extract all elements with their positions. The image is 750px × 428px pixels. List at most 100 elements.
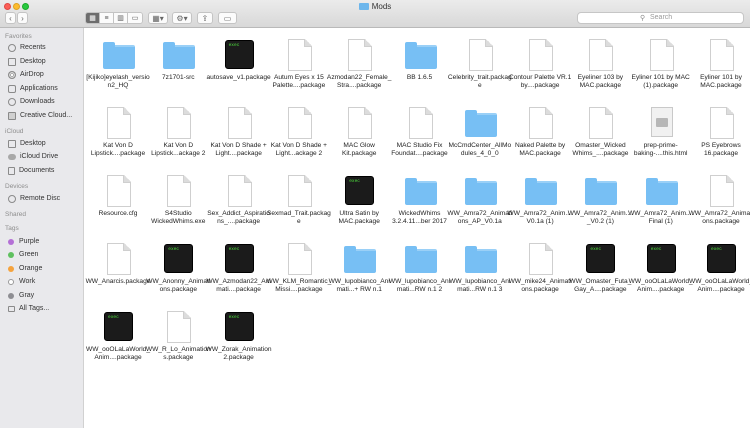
sidebar-item-airdrop[interactable]: AirDrop [8, 69, 44, 80]
file-item[interactable]: WW_Amra72_Animations_AP_V0.1a [447, 170, 512, 236]
sidebar-item-documents[interactable]: Documents [8, 165, 54, 176]
file-item[interactable]: Eyliner 101 by MAC (1).package [630, 34, 692, 100]
file-item[interactable]: WW_Amra72_Anim...._V0.2 (1) [568, 170, 633, 236]
back-button[interactable]: ‹ [5, 12, 16, 24]
file-name: PS Eyebrows 16.package [701, 142, 741, 158]
file-item[interactable]: MAC Glow Kit.package [328, 102, 390, 168]
file-item[interactable]: exec WW_ooOLaLaWorld_Anim....package [688, 238, 750, 304]
sidebar-item-applications[interactable]: Applications [8, 83, 58, 94]
file-item[interactable]: Autum Eyes x 15 Palette....package [268, 34, 330, 100]
gallery-view-button[interactable]: ▭ [128, 13, 142, 23]
file-item[interactable]: WW_KLM_Romantic_Missi....package [266, 238, 331, 304]
document-icon [284, 39, 314, 73]
file-item[interactable]: MAC Studio Fix Foundat....package [389, 102, 451, 168]
file-name: MAC Studio Fix Foundat....package [391, 142, 448, 158]
file-item[interactable]: Naked Palette by MAC.package [509, 102, 571, 168]
file-name: Eyeliner 103 by MAC.package [577, 74, 624, 90]
sidebar-item-icloud-desktop[interactable]: Desktop [8, 138, 46, 149]
folder-icon [103, 39, 135, 73]
file-item[interactable]: Celebrity_trait.package [448, 34, 512, 100]
sidebar-item-remote-disc[interactable]: Remote Disc [8, 193, 60, 204]
file-item[interactable]: WW_Amra72_Animations.package [689, 170, 750, 236]
file-item[interactable]: WW_mike24_Animations.package [509, 238, 572, 304]
file-item[interactable]: exec WW_ooOLaLaWorld_Anim....package [86, 306, 150, 372]
file-item[interactable]: Omaster_Wicked Whims_....package [569, 102, 631, 168]
file-item[interactable]: Kat Von D Shade + Light....package [208, 102, 270, 168]
file-item[interactable]: S4Studio WickedWhims.exe [147, 170, 209, 236]
file-icon-shape [404, 246, 437, 273]
sidebar-tag-purple[interactable]: Purple [8, 236, 39, 247]
file-item[interactable]: McCmdCenter_AllModules_4_0_0 [448, 102, 511, 168]
file-name: Naked Palette by MAC.package [514, 142, 566, 158]
sidebar-item-desktop[interactable]: Desktop [8, 56, 46, 67]
file-item[interactable]: exec WW_Anonny_Animations.package [146, 238, 210, 304]
file-item[interactable]: exec WW_Omaster_Futa_Gay_A....package [569, 238, 631, 304]
file-item[interactable]: Azmodan22_Female_Stra....package [326, 34, 392, 100]
sidebar-tag-work[interactable]: Work [8, 276, 35, 287]
file-item[interactable]: WickedWhims 3.2.4.11...ber 2017 [389, 170, 451, 236]
file-item[interactable]: WW_Anarcis.package [86, 238, 150, 304]
file-item[interactable]: Eyeliner 103 by MAC.package [569, 34, 631, 100]
column-view-button[interactable]: ▥ [114, 13, 128, 23]
file-item[interactable]: 7z1701-src [147, 34, 209, 100]
file-item[interactable]: Kat Von D Lipstick...ackage 2 [147, 102, 209, 168]
file-item[interactable]: exec WW_Azmodan22_Animati....package [206, 238, 271, 304]
file-item[interactable]: Resource.cfg [87, 170, 149, 236]
file-item[interactable]: Contour Palette VR.1 by....package [509, 34, 571, 100]
window-title: Mods [0, 2, 750, 11]
file-item[interactable]: Sexmad_Trait.package [267, 170, 331, 236]
file-icon-shape [645, 178, 678, 205]
sidebar-item-label: iCloud Drive [20, 153, 59, 160]
document-icon [706, 107, 736, 141]
action-button[interactable]: ⚙▾ [172, 12, 192, 24]
file-icon-shape [107, 107, 131, 139]
list-view-button[interactable]: ≡ [100, 13, 114, 23]
file-item[interactable]: WW_Amra72_Anim....V0.1a (1) [507, 170, 573, 236]
file-item[interactable]: exec autosave_v1.package [207, 34, 271, 100]
edit-tags-button[interactable]: ▭ [218, 12, 237, 24]
document-icon [405, 107, 435, 141]
file-item[interactable]: exec WW_ooOLaLaWorld_Anim....package [629, 238, 693, 304]
file-name: Azmodan22_Female_Stra....package [326, 74, 392, 90]
file-item[interactable]: exec WW_Zorak_Animation 2.package [206, 306, 272, 372]
sidebar-tag-gray[interactable]: Gray [8, 290, 34, 301]
document-icon [344, 107, 374, 141]
exec-icon: exec [344, 175, 375, 209]
favorites-heading: Favorites [5, 33, 32, 40]
file-item[interactable]: PS Eyebrows 16.package [690, 102, 750, 168]
file-item[interactable]: WW_lupobianco_Animati...RW n.1 2 [389, 238, 451, 304]
search-field[interactable]: ⚲ Search [577, 12, 744, 24]
file-item[interactable]: WW_lupobianco_Animati...+ RW n.1 [328, 238, 390, 304]
sidebar-item-creative-cloud[interactable]: Creative Cloud... [8, 110, 72, 121]
file-item[interactable]: WW_Amra72_Anim....Final (1) [628, 170, 693, 236]
file-item[interactable]: WW_R_Lo_Animations.package [146, 306, 211, 372]
sidebar-all-tags[interactable]: All Tags... [8, 303, 49, 314]
document-icon [163, 175, 193, 209]
file-item[interactable]: Eyliner 101 by MAC.package [690, 34, 750, 100]
file-item[interactable]: exec Ultra Satin by MAC.package [328, 170, 390, 236]
sidebar-item-label: Green [19, 251, 39, 258]
sidebar-item-recents[interactable]: Recents [8, 42, 46, 53]
exec-badge: exec [711, 247, 722, 252]
sidebar-tag-orange[interactable]: Orange [8, 263, 42, 274]
group-by-button[interactable]: ▦▾ [148, 12, 168, 24]
view-mode-control[interactable]: ▦ ≡ ▥ ▭ [85, 12, 143, 24]
file-name: WW_ooOLaLaWorld_Anim....package [688, 278, 750, 294]
sidebar-tag-green[interactable]: Green [8, 249, 38, 260]
file-icon-shape [529, 107, 554, 139]
file-item[interactable]: Sex_Addict_Aspirations_....package [207, 170, 270, 236]
file-item[interactable]: prep-prime-baking-....this.html [630, 102, 692, 168]
sidebar-item-icloud-drive[interactable]: iCloud Drive [8, 151, 58, 162]
file-item[interactable]: Kat Von D Lipstick....package [87, 102, 149, 168]
icon-view-button[interactable]: ▦ [86, 13, 100, 23]
share-button[interactable]: ⇪ [197, 12, 213, 24]
file-item[interactable]: WW_lupobianco_Animati...RW n.1 3 [449, 238, 511, 304]
file-item[interactable]: Kat Von D Shade + Light...ackage 2 [268, 102, 330, 168]
forward-button[interactable]: › [17, 12, 28, 24]
sidebar-item-downloads[interactable]: Downloads [8, 96, 55, 107]
desktop-icon [8, 139, 16, 148]
chevron-left-icon: ‹ [9, 13, 12, 23]
file-item[interactable]: [Kijiko]eyelash_version2_HQ [86, 34, 150, 100]
file-icon-shape [710, 107, 734, 139]
file-item[interactable]: BB 1.6.5 [389, 34, 451, 100]
